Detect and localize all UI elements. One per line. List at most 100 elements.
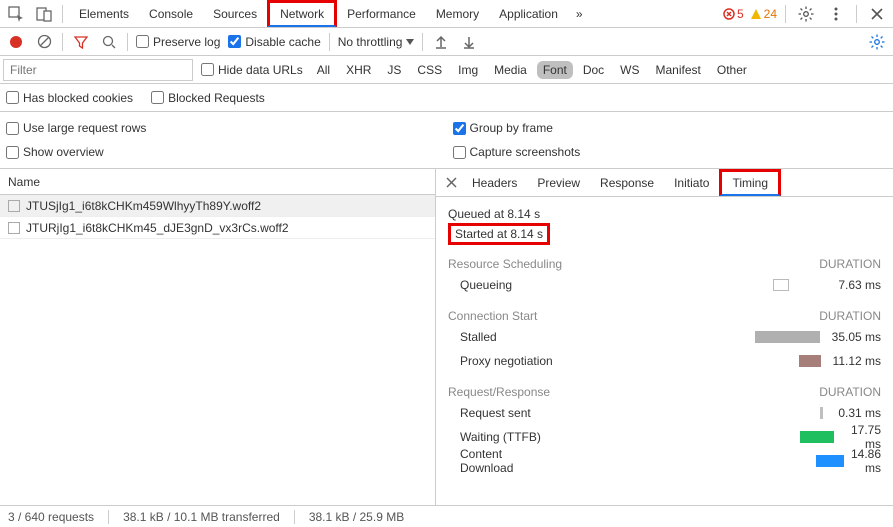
tab-initiator[interactable]: Initiato [664,169,719,196]
name-column-header[interactable]: Name [0,169,435,195]
section-connection-start: Connection StartDURATION Stalled 35.05 m… [448,307,881,373]
throttling-select[interactable]: No throttling [338,35,415,49]
section-resource-scheduling: Resource SchedulingDURATION Queueing 7.6… [448,255,881,297]
device-toolbar-icon[interactable] [32,2,56,26]
show-overview-checkbox[interactable]: Show overview [6,145,104,159]
request-name: JTUSjIg1_i6t8kCHKm459WlhyyTh89Y.woff2 [26,199,261,213]
disable-cache-checkbox[interactable]: Disable cache [228,35,320,49]
filter-input[interactable] [3,59,193,81]
request-row[interactable]: JTURjIg1_i6t8kCHKm45_dJE3gnD_vx3rCs.woff… [0,217,435,239]
status-requests: 3 / 640 requests [8,510,94,524]
chip-font[interactable]: Font [537,61,573,79]
request-name: JTURjIg1_i6t8kCHKm45_dJE3gnD_vx3rCs.woff… [26,221,289,235]
upload-har-icon[interactable] [431,32,451,52]
request-checkbox[interactable] [8,200,20,212]
error-count-badge[interactable]: 5 [723,7,744,21]
tab-sources[interactable]: Sources [203,0,267,27]
duration-header: DURATION [819,257,881,271]
chip-ws[interactable]: WS [614,61,645,79]
tab-headers[interactable]: Headers [462,169,527,196]
tab-response[interactable]: Response [590,169,664,196]
timing-row-content-download: Content Download 14.86 ms [448,449,881,473]
chip-other[interactable]: Other [711,61,753,79]
tab-network[interactable]: Network [267,0,337,27]
chip-xhr[interactable]: XHR [340,61,377,79]
search-icon[interactable] [99,32,119,52]
chip-doc[interactable]: Doc [577,61,610,79]
chip-all[interactable]: All [311,61,336,79]
chevron-down-icon [406,39,414,45]
devtools-tabbar: Elements Console Sources Network Perform… [0,0,893,28]
tab-application[interactable]: Application [489,0,568,27]
timing-label: Queueing [448,278,598,292]
request-list-pane: Name JTUSjIg1_i6t8kCHKm459WlhyyTh89Y.wof… [0,169,436,506]
warning-count: 24 [764,7,777,21]
request-detail-pane: Headers Preview Response Initiato Timing… [436,169,893,506]
request-checkbox[interactable] [8,222,20,234]
timing-label: Stalled [448,330,580,344]
detail-tabs: Headers Preview Response Initiato Timing [436,169,893,197]
hide-data-urls-checkbox[interactable]: Hide data URLs [201,63,303,77]
throttling-value: No throttling [338,35,403,49]
preserve-log-checkbox[interactable]: Preserve log [136,35,220,49]
download-har-icon[interactable] [459,32,479,52]
timing-value: 35.05 ms [820,330,881,344]
show-overview-label: Show overview [23,145,104,159]
warning-count-badge[interactable]: 24 [750,7,777,21]
tab-elements[interactable]: Elements [69,0,139,27]
duration-header: DURATION [819,309,881,323]
type-filter-chips: All XHR JS CSS Img Media Font Doc WS Man… [311,61,753,79]
group-by-frame-checkbox[interactable]: Group by frame [453,121,553,135]
blocked-requests-checkbox[interactable]: Blocked Requests [151,91,265,105]
timing-bar [816,455,844,467]
timing-bar [799,355,821,367]
request-row[interactable]: JTUSjIg1_i6t8kCHKm459WlhyyTh89Y.woff2 [0,195,435,217]
record-button[interactable] [6,32,26,52]
kebab-menu-icon[interactable] [824,2,848,26]
chip-css[interactable]: CSS [411,61,448,79]
queued-at: Queued at 8.14 s [448,205,881,223]
capture-screenshots-label: Capture screenshots [470,145,581,159]
tab-memory[interactable]: Memory [426,0,489,27]
status-transferred: 38.1 kB / 10.1 MB transferred [123,510,280,524]
tab-preview[interactable]: Preview [527,169,590,196]
timing-value: 11.12 ms [821,354,881,368]
chip-js[interactable]: JS [381,61,407,79]
duration-header: DURATION [819,385,881,399]
timing-row-proxy: Proxy negotiation 11.12 ms [448,349,881,373]
capture-screenshots-checkbox[interactable]: Capture screenshots [453,145,581,159]
blocked-requests-label: Blocked Requests [168,91,265,105]
network-settings-gear-icon[interactable] [867,32,887,52]
timing-bar [755,331,820,343]
chip-img[interactable]: Img [452,61,484,79]
close-devtools-icon[interactable] [865,2,889,26]
large-rows-label: Use large request rows [23,121,146,135]
tab-overflow[interactable]: » [568,7,591,21]
timing-bar [800,431,834,443]
timing-value: 0.31 ms [823,406,881,420]
tab-timing[interactable]: Timing [719,169,781,196]
chip-media[interactable]: Media [488,61,533,79]
network-toolbar: Preserve log Disable cache No throttling [0,28,893,56]
timing-row-waiting: Waiting (TTFB) 17.75 ms [448,425,881,449]
filter-icon[interactable] [71,32,91,52]
timing-row-request-sent: Request sent 0.31 ms [448,401,881,425]
timing-row-queueing: Queueing 7.63 ms [448,273,881,297]
error-count: 5 [737,7,744,21]
inspect-element-icon[interactable] [4,2,28,26]
panel-tabs: Elements Console Sources Network Perform… [69,0,591,27]
clear-icon[interactable] [34,32,54,52]
hide-data-urls-label: Hide data URLs [218,63,303,77]
has-blocked-cookies-checkbox[interactable]: Has blocked cookies [6,91,133,105]
network-main: Name JTUSjIg1_i6t8kCHKm459WlhyyTh89Y.wof… [0,169,893,506]
has-blocked-cookies-label: Has blocked cookies [23,91,133,105]
tab-console[interactable]: Console [139,0,203,27]
blocked-row: Has blocked cookies Blocked Requests [0,84,893,112]
chip-manifest[interactable]: Manifest [650,61,707,79]
tab-performance[interactable]: Performance [337,0,426,27]
settings-gear-icon[interactable] [794,2,818,26]
preserve-log-label: Preserve log [153,35,220,49]
timing-label: Content Download [448,447,534,475]
close-detail-icon[interactable] [440,172,462,194]
large-rows-checkbox[interactable]: Use large request rows [6,121,146,135]
